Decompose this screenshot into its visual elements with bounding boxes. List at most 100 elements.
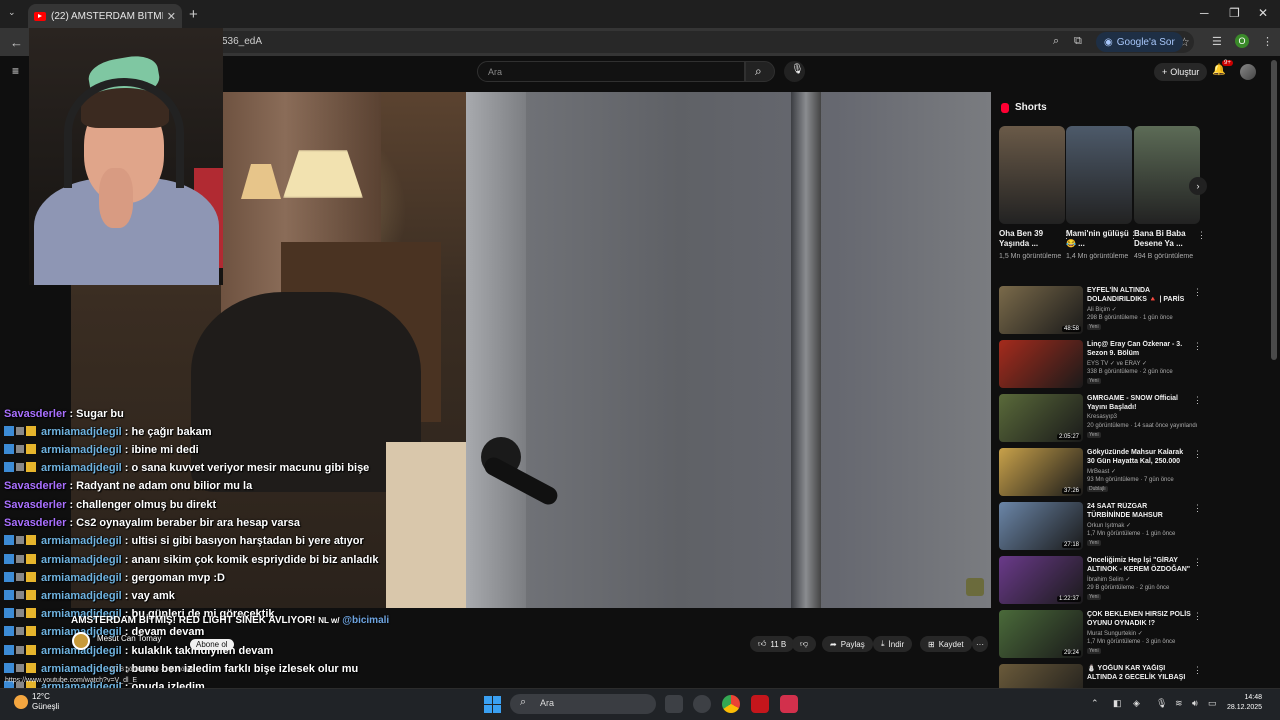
video-more-icon[interactable]: ⋮ bbox=[1193, 449, 1202, 460]
recommended-video[interactable]: 27:18 24 SAAT RÜZGAR TÜRBİNİNDE MAHSUR KA… bbox=[999, 502, 1211, 552]
video-thumbnail[interactable]: 1:22:37 bbox=[999, 556, 1083, 604]
video-thumbnail[interactable] bbox=[999, 340, 1083, 388]
video-more-icon[interactable]: ⋮ bbox=[1193, 557, 1202, 568]
download-button[interactable]: ⤓ İndir bbox=[873, 636, 913, 652]
back-icon[interactable]: ← bbox=[10, 35, 23, 50]
short-thumbnail[interactable] bbox=[999, 126, 1065, 224]
short-title[interactable]: Oha Ben 39 Yaşında ... bbox=[999, 229, 1065, 249]
video-channel[interactable]: EYS TV ✓ ve ERAY ✓ bbox=[1087, 360, 1147, 367]
recommended-video[interactable]: 2:05:27 GMRGAME - SNOW Official Yayını Ba… bbox=[999, 394, 1211, 444]
profile-avatar[interactable]: O bbox=[1235, 34, 1249, 48]
extensions-icon[interactable]: ☰ bbox=[1212, 35, 1222, 48]
browser-menu-icon[interactable]: ⋮ bbox=[1262, 35, 1273, 48]
channel-name[interactable]: Mesut Can Tomay bbox=[97, 634, 161, 643]
subscribe-button[interactable]: Abone ol bbox=[190, 639, 234, 650]
volume-icon[interactable]: 🔊︎ bbox=[1192, 698, 1198, 709]
short-card[interactable]: Mami'nin gülüşü 😂 ... 1,4 Mn görüntüleme ⋮ bbox=[1066, 126, 1138, 262]
video-more-icon[interactable]: ⋮ bbox=[1193, 395, 1202, 406]
short-thumbnail[interactable] bbox=[1134, 126, 1200, 224]
video-thumbnail[interactable]: 27:18 bbox=[999, 502, 1083, 550]
voice-search-button[interactable]: 🎙 bbox=[784, 61, 805, 82]
video-title[interactable]: Gökyüzünde Mahsur Kalarak 30 Gün Hayatta… bbox=[1087, 448, 1192, 466]
short-title[interactable]: Bana Bi Baba Desene Ya ... bbox=[1134, 229, 1200, 249]
video-title[interactable]: Önceliğimiz Hep İşi "GİRAY ALTINOK - KER… bbox=[1087, 556, 1192, 574]
search-input[interactable]: Ara bbox=[477, 61, 745, 82]
zoom-icon[interactable]: ⌕ bbox=[1053, 35, 1059, 48]
video-title[interactable]: EYFEL'İN ALTINDA DOLANDIRILDIKS 🔺 | PARİ… bbox=[1087, 286, 1192, 304]
close-window-icon[interactable]: ✕ bbox=[1258, 6, 1268, 20]
video-channel[interactable]: İbrahim Selim ✓ bbox=[1087, 576, 1130, 583]
taskbar-search[interactable]: ⌕ Ara bbox=[510, 694, 656, 714]
mention-link[interactable]: @bicimali bbox=[342, 615, 389, 626]
app-red-icon[interactable] bbox=[751, 695, 769, 713]
taskbar-clock[interactable]: 14:48 28.12.2025 bbox=[1227, 693, 1262, 713]
video-more-icon[interactable]: ⋮ bbox=[1193, 287, 1202, 298]
recommended-video[interactable]: 1:22:37 Önceliğimiz Hep İşi "GİRAY ALTINO… bbox=[999, 556, 1211, 606]
chrome-icon[interactable] bbox=[722, 695, 740, 713]
battery-icon[interactable]: ▭ bbox=[1208, 698, 1217, 709]
wifi-icon[interactable]: ≋ bbox=[1175, 698, 1183, 709]
like-button[interactable]: 👍︎ 11 B bbox=[750, 636, 795, 652]
tray-app-icon[interactable]: ◧ bbox=[1113, 698, 1122, 709]
short-card[interactable]: Oha Ben 39 Yaşında ... 1,5 Mn görüntüleme… bbox=[999, 126, 1071, 262]
short-title[interactable]: Mami'nin gülüşü 😂 ... bbox=[1066, 229, 1132, 249]
video-title[interactable]: Linç@ Eray Can Özkenar - 3. Sezon 9. Böl… bbox=[1087, 340, 1192, 358]
page-scrollbar[interactable] bbox=[1271, 60, 1277, 360]
browser-tab[interactable]: (22) AMSTERDAM BİTMİŞ! RED ✕ bbox=[28, 4, 182, 28]
recommended-video[interactable]: 37:26 Gökyüzünde Mahsur Kalarak 30 Gün Ha… bbox=[999, 448, 1211, 498]
dislike-button[interactable]: 👎︎ bbox=[792, 636, 817, 652]
video-title[interactable]: 24 SAAT RÜZGAR TÜRBİNİNDE MAHSUR KALMAK! bbox=[1087, 502, 1192, 520]
share-button[interactable]: ➦ Paylaş bbox=[822, 636, 873, 652]
video-more-icon[interactable]: ⋮ bbox=[1193, 341, 1202, 352]
video-title[interactable]: ÇOK BEKLENEN HIRSIZ POLİS OYUNU OYNADIK … bbox=[1087, 610, 1192, 628]
tab-close-icon[interactable]: ✕ bbox=[167, 10, 176, 23]
video-title[interactable]: GMRGAME - SNOW Official Yayını Başladı! bbox=[1087, 394, 1192, 412]
task-view-icon[interactable] bbox=[665, 695, 683, 713]
tray-mic-icon[interactable]: 🎙 bbox=[1156, 698, 1167, 709]
video-thumbnail[interactable]: 37:26 bbox=[999, 448, 1083, 496]
short-thumbnail[interactable] bbox=[1066, 126, 1132, 224]
hamburger-menu-icon[interactable]: ≡ bbox=[12, 64, 19, 78]
weather-widget[interactable]: 12°C Güneşli bbox=[14, 692, 59, 712]
tray-app2-icon[interactable]: ◈ bbox=[1133, 698, 1140, 709]
video-channel[interactable]: Ali Biçim ✓ bbox=[1087, 306, 1117, 313]
url-field[interactable]: 536_edA bbox=[90, 31, 1194, 53]
video-more-icon[interactable]: ⋮ bbox=[1193, 503, 1202, 514]
recommended-video[interactable]: 48:58 EYFEL'İN ALTINDA DOLANDIRILDIKS 🔺 |… bbox=[999, 286, 1211, 336]
maximize-icon[interactable]: ❐ bbox=[1229, 6, 1240, 20]
video-channel[interactable]: Murat Sungurtekin ✓ bbox=[1087, 630, 1143, 637]
start-button-windows-icon[interactable] bbox=[484, 696, 501, 713]
video-thumbnail[interactable]: 29:24 bbox=[999, 610, 1083, 658]
video-badge: Yeni bbox=[1087, 378, 1101, 384]
new-tab-button[interactable]: + bbox=[189, 6, 198, 23]
channel-watermark-icon[interactable] bbox=[966, 578, 984, 596]
recommended-video[interactable]: Linç@ Eray Can Özkenar - 3. Sezon 9. Böl… bbox=[999, 340, 1211, 390]
short-more-icon[interactable]: ⋮ bbox=[1197, 230, 1206, 241]
url-text: 536_edA bbox=[222, 36, 263, 47]
shorts-next-chevron-icon[interactable]: › bbox=[1189, 177, 1207, 195]
video-more-icon[interactable]: ⋮ bbox=[1193, 611, 1202, 622]
cast-icon[interactable]: ⧉ bbox=[1074, 35, 1082, 48]
create-button[interactable]: + Oluştur bbox=[1154, 63, 1208, 81]
app-pink-icon[interactable] bbox=[780, 695, 798, 713]
video-thumbnail[interactable]: 2:05:27 bbox=[999, 394, 1083, 442]
minimize-icon[interactable]: ─ bbox=[1200, 6, 1209, 20]
video-title[interactable]: ⛄ YOĞUN KAR YAĞIŞI ALTINDA 2 GECELİK YIL… bbox=[1087, 664, 1192, 682]
save-button[interactable]: ⊞ Kaydet bbox=[920, 636, 972, 652]
tab-search-icon[interactable]: ⌄ bbox=[8, 7, 16, 18]
short-card[interactable]: Bana Bi Baba Desene Ya ... 494 B görüntül… bbox=[1134, 126, 1206, 262]
more-actions-button[interactable]: ··· bbox=[972, 636, 988, 652]
video-channel[interactable]: Kresasyıp3 bbox=[1087, 414, 1117, 420]
app-icon[interactable] bbox=[693, 695, 711, 713]
google-sor-button[interactable]: ◉ Google'a Sor bbox=[1096, 32, 1183, 52]
video-more-icon[interactable]: ⋮ bbox=[1193, 665, 1202, 676]
video-channel[interactable]: Orkun Işıtmak ✓ bbox=[1087, 522, 1131, 529]
video-duration: 29:24 bbox=[1061, 650, 1081, 656]
video-thumbnail[interactable]: 48:58 bbox=[999, 286, 1083, 334]
account-avatar[interactable] bbox=[1240, 64, 1256, 80]
search-button[interactable]: ⌕ bbox=[745, 61, 775, 82]
channel-avatar[interactable] bbox=[72, 632, 90, 650]
tray-chevron-icon[interactable]: ⌃ bbox=[1091, 698, 1099, 709]
recommended-video[interactable]: 29:24 ÇOK BEKLENEN HIRSIZ POLİS OYUNU OYN… bbox=[999, 610, 1211, 660]
video-channel[interactable]: MrBeast ✓ bbox=[1087, 468, 1116, 475]
